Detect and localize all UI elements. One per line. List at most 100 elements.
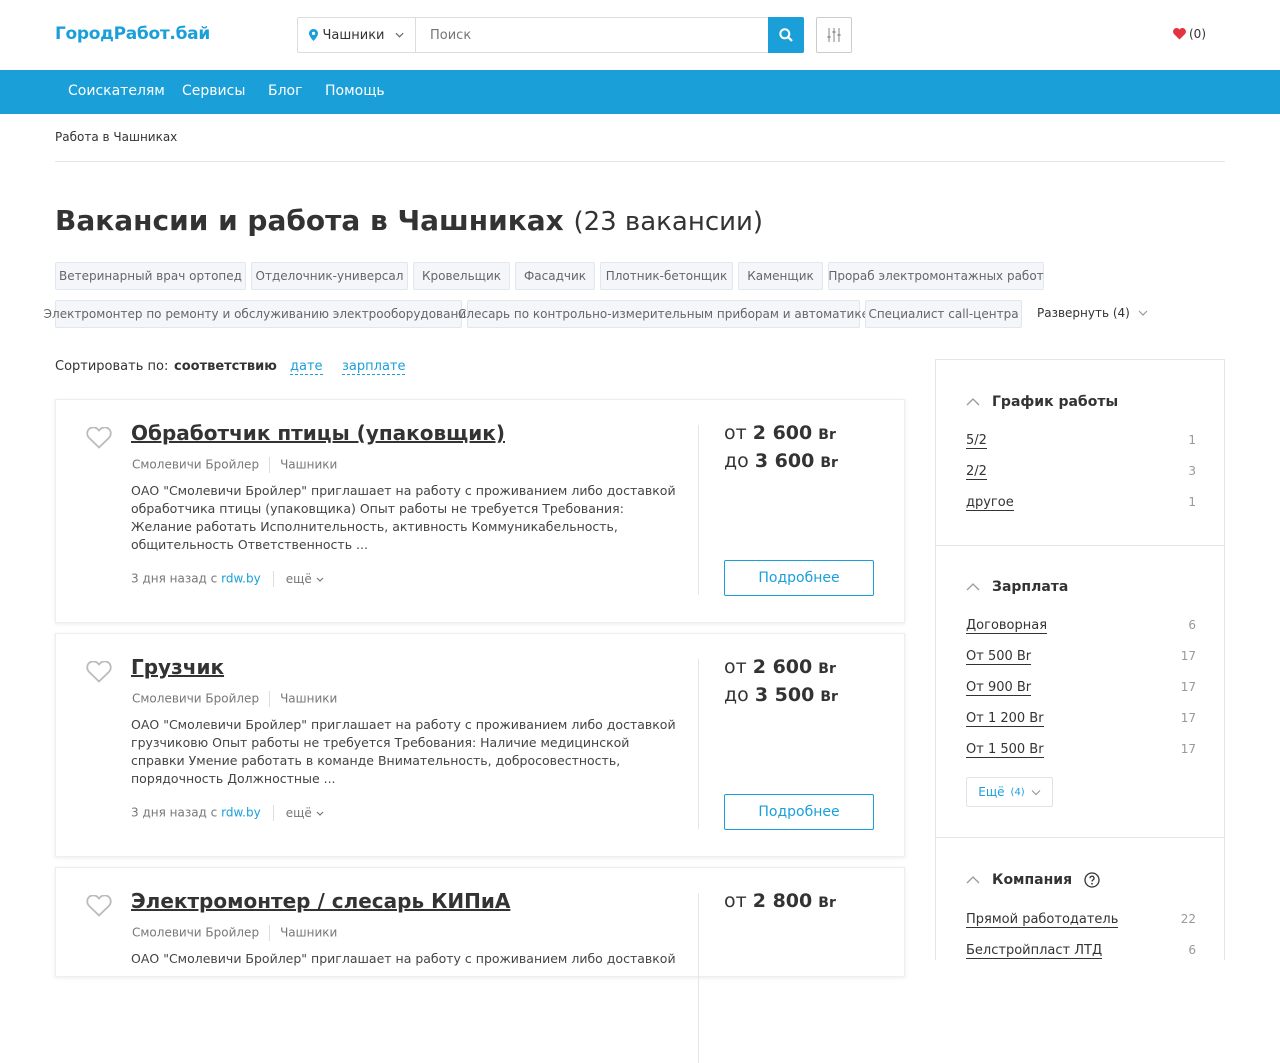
tag-chip[interactable]: Ветеринарный врач ортопед xyxy=(55,262,246,290)
salary-more-button[interactable]: Ещё (4) xyxy=(966,777,1053,807)
vacancy-meta: Смолевичи Бройлер Чашники xyxy=(132,457,337,473)
filter-section-header[interactable]: График работы xyxy=(966,394,1118,410)
sort-current: соответствию xyxy=(174,359,277,374)
filter-item-count: 1 xyxy=(1188,433,1196,447)
chevron-down-icon xyxy=(1031,789,1041,795)
help-icon[interactable] xyxy=(1084,872,1100,888)
filter-item-count: 17 xyxy=(1180,649,1196,663)
filter-item[interactable]: От 500 Br 17 xyxy=(966,649,1196,665)
filter-item-count: 3 xyxy=(1188,464,1196,478)
city-select[interactable]: Чашники xyxy=(298,18,416,52)
tag-chip[interactable]: Слесарь по контрольно-измерительным приб… xyxy=(458,300,869,328)
heart-outline-icon[interactable] xyxy=(86,661,112,683)
vacancy-meta: Смолевичи Бройлер Чашники xyxy=(132,925,337,941)
salary-from-label: от xyxy=(724,422,747,444)
filter-settings-button[interactable] xyxy=(816,17,852,53)
filter-item[interactable]: От 900 Br 17 xyxy=(966,680,1196,696)
filter-item[interactable]: 2/2 3 xyxy=(966,464,1196,480)
filter-section-title: График работы xyxy=(992,394,1119,410)
nav-item-help[interactable]: Помощь xyxy=(325,83,385,99)
salary-from-value: 2 600 xyxy=(752,656,813,678)
filter-item[interactable]: Прямой работодатель 22 xyxy=(966,912,1196,928)
meta-separator xyxy=(269,457,271,473)
sort-by-date[interactable]: дате xyxy=(290,359,323,375)
meta-separator xyxy=(269,925,271,941)
sort-by-salary[interactable]: зарплате xyxy=(342,359,406,375)
currency: Br xyxy=(818,661,836,677)
search-input[interactable] xyxy=(416,18,803,52)
vacancy-company[interactable]: Смолевичи Бройлер xyxy=(132,458,259,472)
vacancy-posted: 3 дня назад с xyxy=(131,805,218,820)
tag-chip[interactable]: Плотник-бетонщик xyxy=(600,262,733,290)
site-logo[interactable]: ГородРабот.бай xyxy=(55,24,210,44)
page-title: Вакансии и работа в Чашниках (23 ваканси… xyxy=(55,204,763,237)
vacancy-company[interactable]: Смолевичи Бройлер xyxy=(132,926,259,940)
expand-tags-button[interactable]: Развернуть (4) xyxy=(1037,306,1148,320)
filter-item-label: От 500 Br xyxy=(966,649,1032,665)
filter-item[interactable]: От 1 200 Br 17 xyxy=(966,711,1196,727)
more-label: ещё xyxy=(285,571,312,586)
vacancy-description: ОАО "Смолевичи Бройлер" приглашает на ра… xyxy=(131,951,676,966)
tag-chip[interactable]: Специалист call-центра xyxy=(865,300,1022,328)
vacancy-card: Грузчик Смолевичи Бройлер Чашники ОАО "См… xyxy=(55,633,905,857)
filter-item[interactable]: Договорная 6 xyxy=(966,618,1196,634)
vacancy-more-toggle[interactable]: ещё xyxy=(286,806,324,820)
search-button[interactable] xyxy=(768,17,804,53)
vacancy-source-link[interactable]: rdw.by xyxy=(221,572,261,586)
vacancy-title[interactable]: Электромонтер / слесарь КИПиА xyxy=(131,889,510,913)
filter-item-label: От 1 500 Br xyxy=(966,742,1044,758)
tag-chip[interactable]: Кровельщик xyxy=(413,262,510,290)
details-button[interactable]: Подробнее xyxy=(724,560,874,596)
vacancy-title[interactable]: Грузчик xyxy=(131,655,224,679)
tag-chip[interactable]: Фасадчик xyxy=(515,262,595,290)
breadcrumb[interactable]: Работа в Чашниках xyxy=(55,130,177,144)
filter-item[interactable]: Белстройпласт ЛТД 6 xyxy=(966,943,1196,959)
vacancy-more-toggle[interactable]: ещё xyxy=(286,572,324,586)
vacancy-card: Обработчик птицы (упаковщик) Смолевичи Б… xyxy=(55,399,905,623)
filter-section-header[interactable]: Компания xyxy=(966,872,1100,888)
nav-item-jobseekers[interactable]: Соискателям xyxy=(68,83,165,99)
salary-to-value: 3 600 xyxy=(754,450,815,472)
vacancy-card: Электромонтер / слесарь КИПиА Смолевичи … xyxy=(55,867,905,1063)
filter-item-label: Прямой работодатель xyxy=(966,912,1119,928)
favorites-link[interactable]: (0) xyxy=(1173,27,1206,41)
vacancy-title[interactable]: Обработчик птицы (упаковщик) xyxy=(131,421,505,445)
nav-item-blog[interactable]: Блог xyxy=(268,83,302,99)
search-icon xyxy=(779,28,793,42)
filter-section-header[interactable]: Зарплата xyxy=(966,579,1068,595)
divider xyxy=(55,161,1225,162)
filter-item[interactable]: другое 1 xyxy=(966,495,1196,511)
filter-item-count: 6 xyxy=(1188,943,1196,957)
vacancy-city: Чашники xyxy=(280,457,338,472)
tag-chip[interactable]: Отделочник-универсал xyxy=(251,262,408,290)
sort-label: Сортировать по: xyxy=(55,359,169,374)
filters-sidebar: График работы 5/2 1 2/2 3 другое 1 Зарплата… xyxy=(935,359,1225,960)
tag-chip[interactable]: Прораб электромонтажных работ xyxy=(828,262,1044,290)
tag-chip[interactable]: Каменщик xyxy=(738,262,823,290)
filter-item-count: 1 xyxy=(1188,495,1196,509)
card-divider xyxy=(698,425,699,595)
filter-item[interactable]: 5/2 1 xyxy=(966,433,1196,449)
chevron-down-icon xyxy=(1138,310,1148,316)
heart-outline-icon[interactable] xyxy=(86,895,112,917)
city-label: Чашники xyxy=(322,27,385,43)
tag-chip[interactable]: Электромонтер по ремонту и обслуживанию … xyxy=(44,300,473,328)
currency: Br xyxy=(818,895,836,911)
vacancy-meta: Смолевичи Бройлер Чашники xyxy=(132,691,337,707)
nav-item-services[interactable]: Сервисы xyxy=(182,83,245,99)
favorites-count: (0) xyxy=(1189,27,1206,41)
vacancy-count: (23 вакансии) xyxy=(573,207,764,237)
filter-item[interactable]: От 1 500 Br 17 xyxy=(966,742,1196,758)
vacancy-source-link[interactable]: rdw.by xyxy=(221,806,261,820)
heart-outline-icon[interactable] xyxy=(86,427,112,449)
meta-separator xyxy=(272,805,274,821)
sliders-icon xyxy=(827,28,841,42)
vacancy-footer: 3 дня назад с rdw.by ещё xyxy=(131,805,324,821)
details-button[interactable]: Подробнее xyxy=(724,794,874,830)
filter-item-label: Белстройпласт ЛТД xyxy=(966,943,1103,959)
filter-item-count: 17 xyxy=(1180,711,1196,725)
sort-bar: Сортировать по: соответствию дате зарпла… xyxy=(55,359,406,375)
vacancy-company[interactable]: Смолевичи Бройлер xyxy=(132,692,259,706)
filter-item-count: 6 xyxy=(1188,618,1196,632)
card-divider xyxy=(698,659,699,829)
